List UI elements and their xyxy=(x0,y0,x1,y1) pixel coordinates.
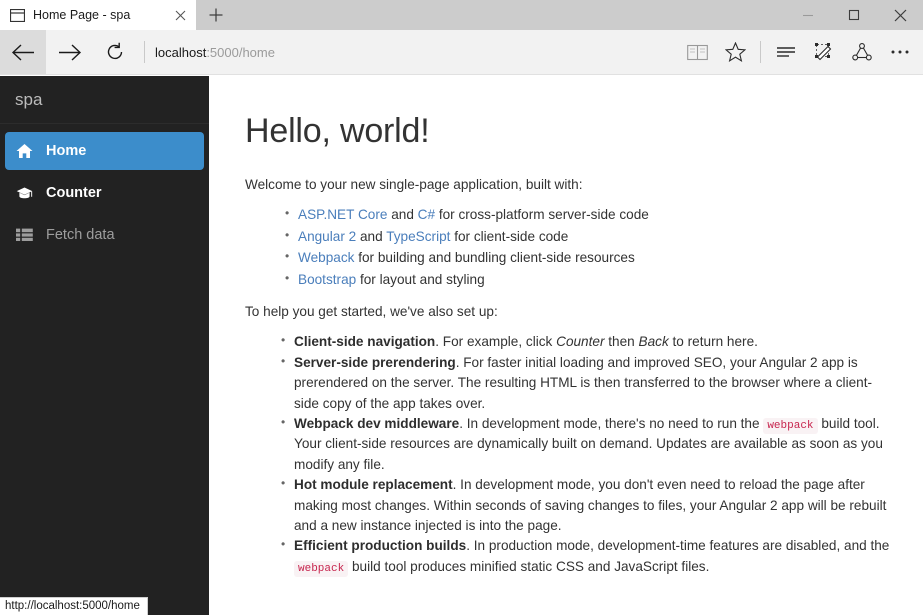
text-tail: for client-side code xyxy=(450,228,569,244)
refresh-button[interactable] xyxy=(92,30,138,74)
list-item: Webpack dev middleware. In development m… xyxy=(281,413,893,475)
sidebar: spa Home Counter Fetch data xyxy=(0,76,209,615)
link-webpack[interactable]: Webpack xyxy=(298,250,354,265)
feature-text-a: . In production mode, development-time f… xyxy=(466,538,890,554)
feature-title: Server-side prerendering xyxy=(294,354,456,370)
toolbar-divider-2 xyxy=(760,41,761,63)
browser-toolbar-icons xyxy=(678,30,919,74)
maximize-button[interactable] xyxy=(831,0,877,30)
feature-text-b: then xyxy=(604,334,639,350)
list-item: Client-side navigation. For example, cli… xyxy=(281,331,893,352)
hub-icon[interactable] xyxy=(767,30,805,74)
text-tail: for layout and styling xyxy=(356,271,485,287)
sidebar-nav-list: Home Counter Fetch data xyxy=(0,124,209,254)
graduation-cap-icon xyxy=(16,185,33,202)
share-icon[interactable] xyxy=(843,30,881,74)
feature-title: Client-side navigation xyxy=(294,334,436,350)
feature-title: Hot module replacement xyxy=(294,477,453,493)
list-item: Angular 2 and TypeScript for client-side… xyxy=(285,226,893,247)
text-tail: for cross-platform server-side code xyxy=(435,207,649,223)
feature-em-back: Back xyxy=(638,334,669,350)
sidebar-item-home[interactable]: Home xyxy=(5,132,204,170)
brand-label: spa xyxy=(15,89,43,109)
tech-stack-list: ASP.NET Core and C# for cross-platform s… xyxy=(245,204,893,290)
close-window-button[interactable] xyxy=(877,0,923,30)
home-icon xyxy=(16,143,33,160)
address-host: localhost xyxy=(155,44,207,60)
tab-title: Home Page - spa xyxy=(33,8,131,22)
feature-text-b: build tool produces minified static CSS … xyxy=(348,558,710,574)
features-list: Client-side navigation. For example, cli… xyxy=(245,331,893,577)
window-controls xyxy=(785,0,923,30)
web-note-icon[interactable] xyxy=(805,30,843,74)
list-item: ASP.NET Core and C# for cross-platform s… xyxy=(285,204,893,225)
list-grid-icon xyxy=(16,227,33,244)
sidebar-item-label: Fetch data xyxy=(46,227,115,243)
text-and: and xyxy=(387,207,418,223)
sidebar-item-label: Counter xyxy=(46,185,102,201)
browser-window: Home Page - spa localhost:5000/home spa… xyxy=(0,0,923,615)
sidebar-item-counter[interactable]: Counter xyxy=(5,174,204,212)
address-path: :5000/home xyxy=(206,44,275,60)
setup-intro-paragraph: To help you get started, we've also set … xyxy=(245,303,498,319)
list-item: Hot module replacement. In development m… xyxy=(281,474,893,536)
feature-title: Efficient production builds xyxy=(294,538,467,554)
text-and: and xyxy=(356,228,387,244)
list-item: Bootstrap for layout and styling xyxy=(285,269,893,290)
feature-text-c: to return here. xyxy=(668,334,758,350)
link-typescript[interactable]: TypeScript xyxy=(386,229,450,244)
forward-button[interactable] xyxy=(46,30,92,74)
code-webpack: webpack xyxy=(763,417,818,434)
toolbar-divider xyxy=(144,41,145,63)
close-tab-icon[interactable] xyxy=(170,5,190,25)
address-bar[interactable]: localhost:5000/home xyxy=(155,30,678,74)
back-button[interactable] xyxy=(0,30,46,74)
favorites-star-icon[interactable] xyxy=(716,30,754,74)
feature-text-a: . For example, click xyxy=(435,334,557,350)
page-viewport: spa Home Counter Fetch data Hello, world… xyxy=(0,76,923,615)
link-bootstrap[interactable]: Bootstrap xyxy=(298,272,356,287)
reading-view-icon[interactable] xyxy=(678,30,716,74)
code-webpack: webpack xyxy=(294,560,349,577)
brand-title[interactable]: spa xyxy=(0,76,209,124)
list-item: Server-side prerendering. For faster ini… xyxy=(281,352,893,414)
feature-title: Webpack dev middleware xyxy=(294,415,460,431)
link-csharp[interactable]: C# xyxy=(418,207,435,222)
new-tab-icon[interactable] xyxy=(196,0,236,30)
intro-paragraph: Welcome to your new single-page applicat… xyxy=(245,177,583,192)
page-title: Hello, world! xyxy=(245,112,430,150)
list-item: Efficient production builds. In producti… xyxy=(281,535,893,577)
navigation-toolbar: localhost:5000/home xyxy=(0,30,923,75)
main-content: Hello, world! Welcome to your new single… xyxy=(209,76,923,615)
link-aspnet-core[interactable]: ASP.NET Core xyxy=(298,207,387,222)
minimize-button[interactable] xyxy=(785,0,831,30)
browser-tab-home-page[interactable]: Home Page - spa xyxy=(0,0,196,30)
link-angular2[interactable]: Angular 2 xyxy=(298,229,356,244)
sidebar-item-fetch-data[interactable]: Fetch data xyxy=(5,216,204,254)
settings-more-icon[interactable] xyxy=(881,30,919,74)
tab-strip: Home Page - spa xyxy=(0,0,923,30)
list-item: Webpack for building and bundling client… xyxy=(285,247,893,268)
feature-text-a: . In development mode, there's no need t… xyxy=(459,415,764,431)
text-tail: for building and bundling client-side re… xyxy=(354,250,635,266)
status-bar-url: http://localhost:5000/home xyxy=(0,597,148,615)
feature-em-counter: Counter xyxy=(556,334,605,350)
sidebar-item-label: Home xyxy=(46,143,87,159)
page-icon xyxy=(9,8,26,22)
